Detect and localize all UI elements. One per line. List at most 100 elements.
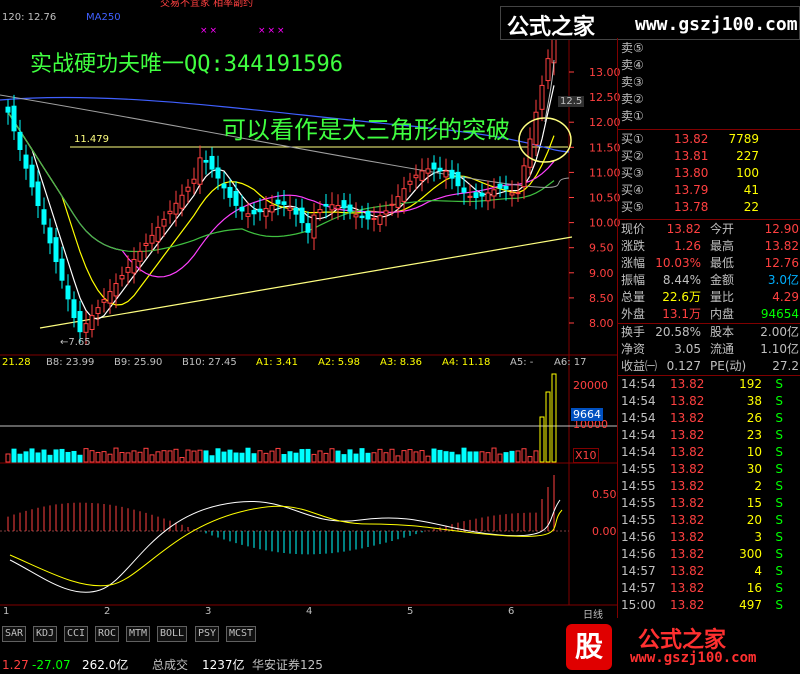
tick-side: S: [775, 377, 783, 391]
candle-body: [311, 214, 317, 239]
tick-price: 13.82: [670, 377, 705, 391]
volume-bar: [227, 449, 233, 463]
price-tick-label: 8.50: [589, 292, 614, 305]
indicator-value: A4: 11.18: [442, 357, 491, 368]
date-tick-label: 2: [104, 606, 111, 617]
macd-indicator: [7, 475, 563, 593]
stat-label: 内盘: [710, 307, 735, 321]
sell-level-row: 卖⑤: [618, 40, 800, 57]
stat-value: 4.29: [772, 290, 799, 304]
indicator-tab-mcst[interactable]: MCST: [226, 626, 257, 642]
logo-badge: 股: [566, 624, 612, 670]
tick-side: S: [775, 479, 783, 493]
order-book-divider: [618, 129, 800, 130]
volume-bar: [329, 448, 335, 463]
volume-unit: X10: [573, 448, 599, 463]
candle-body: [71, 299, 77, 319]
indicator-tab-psy[interactable]: PSY: [195, 626, 220, 642]
indicator-tab-mtm[interactable]: MTM: [126, 626, 151, 642]
price-tick-label: 10.50: [589, 192, 621, 205]
buy-level-price: 13.79: [674, 183, 709, 197]
stat-label: 金额: [710, 273, 735, 287]
sell-level-row: 卖①: [618, 108, 800, 125]
site-logo-top: 公式之家 www.gszj100.com: [500, 6, 800, 40]
stat-label: 涨跌: [621, 239, 646, 253]
candle-body: [473, 192, 479, 199]
buy-level-label: 买①: [621, 132, 644, 146]
tick-time: 14:55: [621, 496, 656, 510]
indicator-tab-roc[interactable]: ROC: [95, 626, 120, 642]
volume-bar: [389, 448, 395, 463]
stat-label: 净资: [621, 342, 646, 356]
indicator-tab-sar[interactable]: SAR: [2, 626, 27, 642]
volume-bar: [263, 452, 269, 463]
candle-body: [197, 157, 203, 185]
price-tick-label: 12.50: [589, 91, 621, 104]
stat-label: 现价: [621, 222, 646, 236]
volume-bar: [35, 452, 41, 463]
triangle-trendlines: [39, 146, 573, 329]
volume-bar: [77, 454, 83, 463]
candle-body: [437, 167, 443, 172]
ma-label: MA250: [86, 12, 121, 23]
tick-price: 13.82: [670, 581, 705, 595]
sell-level-label: 卖⑤: [621, 41, 644, 55]
candle-body: [431, 162, 437, 170]
volume-bar: [281, 454, 287, 463]
indicator-value: B8: 23.99: [46, 357, 95, 368]
volume-bar: [107, 453, 113, 463]
volume-bar: [233, 452, 239, 463]
stat-value: 22.6万: [662, 290, 701, 304]
tick-time: 14:55: [621, 479, 656, 493]
tick-row: 14:54 13.82 10 S: [618, 444, 800, 461]
tick-price: 13.82: [670, 530, 705, 544]
tick-side: S: [775, 462, 783, 476]
stat-row: 涨跌 1.26 最高 13.82: [618, 238, 800, 255]
tick-volume: 10: [746, 445, 762, 459]
volume-bar: [335, 450, 341, 463]
tick-time: 14:57: [621, 581, 656, 595]
logo-text-cn: 公式之家: [507, 14, 596, 40]
candle-body: [233, 190, 239, 206]
tick-side: S: [775, 428, 783, 442]
price-info: 120: 12.76: [2, 12, 57, 23]
indicator-tab-kdj[interactable]: KDJ: [33, 626, 58, 642]
price-tick-label: 13.00: [589, 66, 621, 79]
stat-label: 外盘: [621, 307, 646, 321]
tick-time: 14:54: [621, 445, 656, 459]
tick-side: S: [775, 530, 783, 544]
top-partial-text: 交易不宜家 相率副约: [160, 0, 254, 9]
volume-bar: [299, 449, 305, 463]
volume-bar: [137, 451, 143, 463]
candle-body: [383, 210, 389, 215]
candle-body: [65, 285, 71, 300]
volume-bar: [419, 450, 425, 463]
quote-panel: 卖⑤ 卖④ 卖③ 卖② 卖① 买① 13.82 7789 买② 13.81 227 买③ 13.80 10…: [617, 38, 800, 618]
status-item: 1237亿: [202, 658, 245, 672]
tick-row: 14:57 13.82 4 S: [618, 563, 800, 580]
volume-bar: [95, 451, 101, 463]
date-tick-label: 1: [3, 606, 10, 617]
stat-value: 13.82: [764, 239, 799, 253]
tick-side: S: [775, 394, 783, 408]
candle-body: [407, 180, 413, 185]
volume-bar: [173, 448, 179, 463]
stat-label: 流通: [710, 342, 735, 356]
candle-body: [389, 203, 395, 206]
indicator-tab-boll[interactable]: BOLL: [157, 626, 188, 642]
price-tick-label: 12.00: [589, 116, 621, 129]
tick-price: 13.82: [670, 428, 705, 442]
buy-level-volume: 41: [743, 183, 759, 197]
candle-body: [95, 307, 101, 314]
title-banner: 实战硬功夫唯一QQ:344191596: [30, 52, 343, 77]
indicator-tab-cci[interactable]: CCI: [64, 626, 89, 642]
candle-body: [305, 223, 311, 233]
volume-bar: [461, 447, 467, 463]
candle-body: [137, 250, 143, 262]
tick-row: 14:54 13.82 38 S: [618, 393, 800, 410]
volume-bar: [479, 451, 485, 463]
price-tick-label: 11.00: [589, 166, 621, 179]
candle-body: [215, 167, 221, 179]
stats-divider: [618, 219, 800, 220]
volume-bar: [443, 451, 449, 463]
